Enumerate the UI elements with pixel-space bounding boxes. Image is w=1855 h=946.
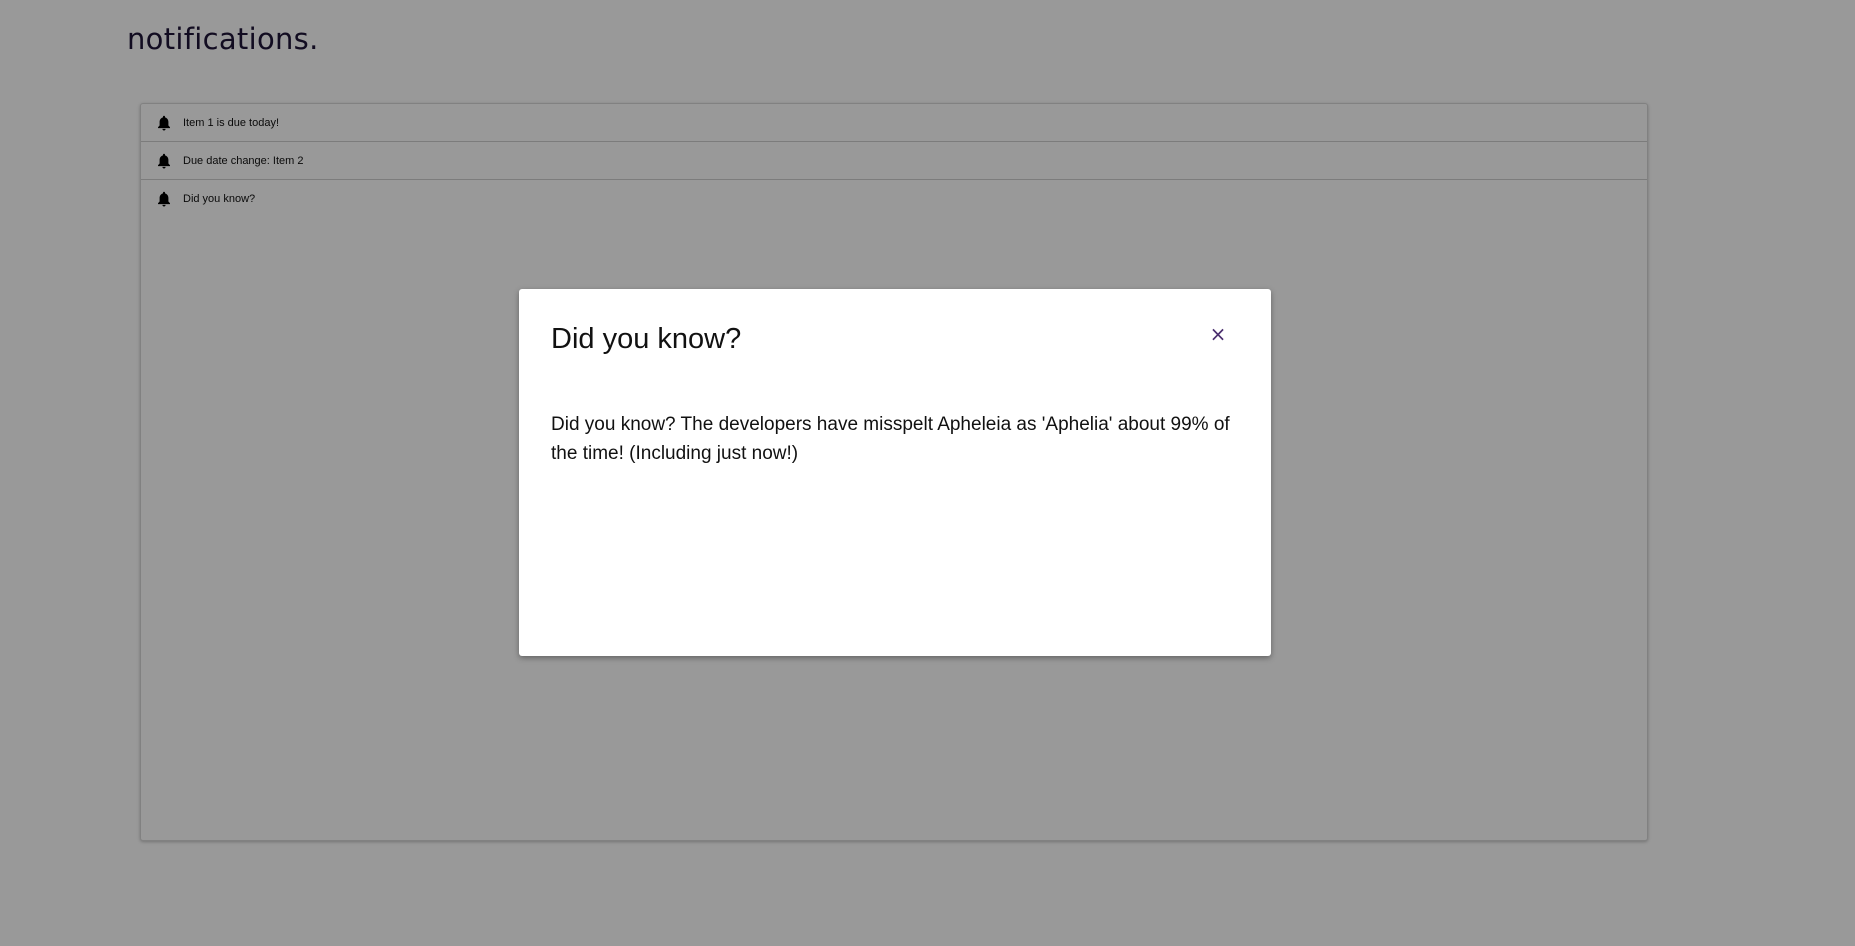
close-icon[interactable]: × [1203,319,1233,349]
dialog-body: Did you know? The developers have misspe… [551,414,1230,464]
notification-dialog: Did you know? × Did you know? The develo… [519,289,1271,656]
dialog-title: Did you know? [551,323,742,355]
